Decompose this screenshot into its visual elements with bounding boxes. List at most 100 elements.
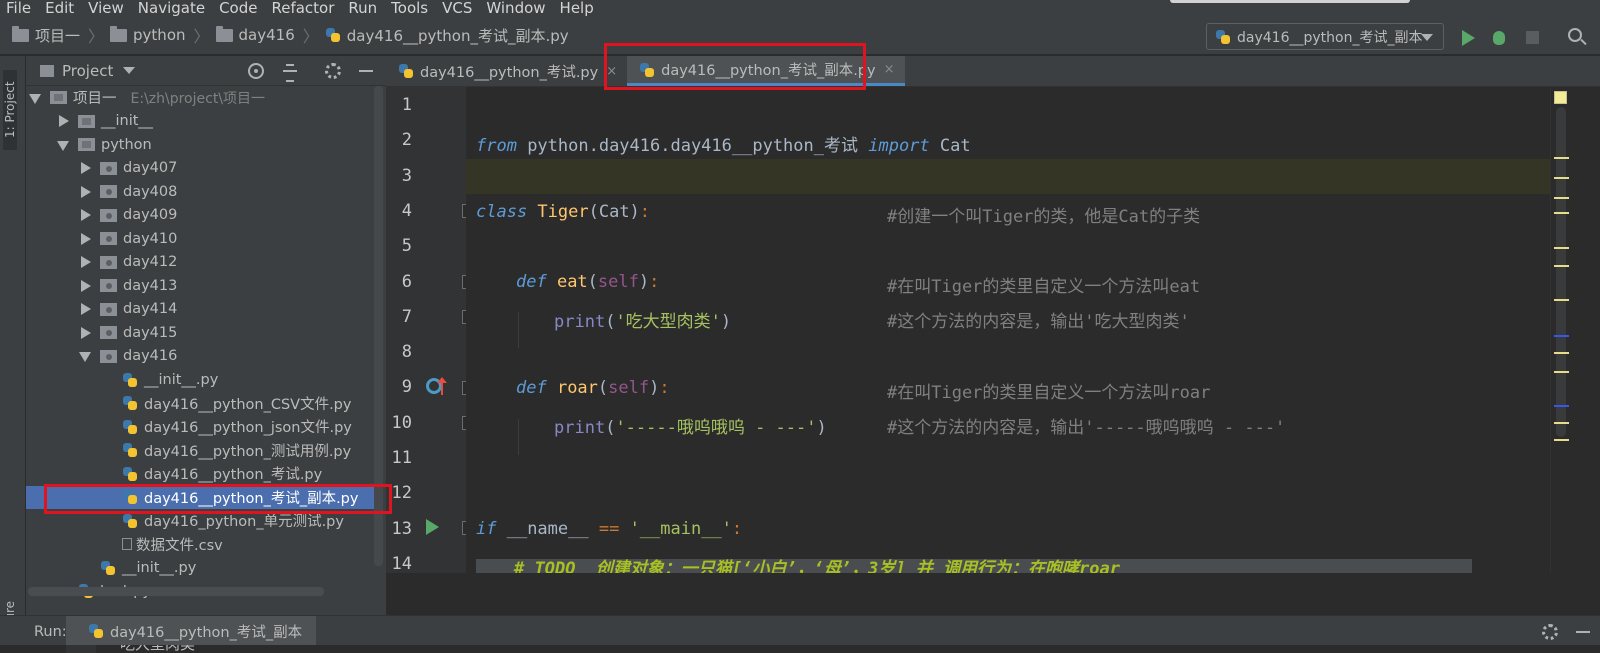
- folder-icon: [100, 185, 117, 199]
- warning-marker[interactable]: [1554, 177, 1569, 179]
- code-line-6: def eat(self):: [516, 272, 660, 292]
- minimize-icon[interactable]: [1576, 631, 1590, 633]
- caret-down-icon[interactable]: [123, 67, 136, 74]
- caret-right-icon[interactable]: [78, 185, 92, 199]
- tree-item[interactable]: __init__.py: [26, 556, 374, 580]
- tree-item[interactable]: day412: [26, 251, 374, 275]
- tree-item[interactable]: day407: [26, 157, 374, 181]
- stop-icon[interactable]: [1526, 31, 1539, 44]
- menu-code[interactable]: Code: [213, 0, 265, 16]
- tree-item[interactable]: day416__python_测试用例.py: [26, 439, 374, 463]
- warning-marker[interactable]: [1554, 439, 1569, 441]
- tree-item[interactable]: __init__: [26, 110, 374, 134]
- minimize-icon[interactable]: [359, 63, 375, 79]
- menu-help[interactable]: Help: [554, 0, 602, 16]
- caret-down-icon[interactable]: [56, 138, 70, 152]
- python-file-icon: [122, 372, 138, 388]
- project-panel-title[interactable]: Project: [62, 62, 113, 80]
- menu-view[interactable]: View: [82, 0, 132, 16]
- caret-right-icon[interactable]: [78, 279, 92, 293]
- menu-vcs[interactable]: VCS: [436, 0, 480, 16]
- tab-day416-python-exam[interactable]: day416__python_考试.py ×: [386, 56, 627, 86]
- breadcrumb-project[interactable]: 项目一 〉: [0, 16, 106, 55]
- tree-item[interactable]: 数据文件.csv: [26, 533, 374, 557]
- debug-icon[interactable]: [1490, 28, 1508, 46]
- caret-down-icon[interactable]: [28, 91, 42, 105]
- run-gutter-icon[interactable]: [426, 519, 439, 535]
- gear-icon[interactable]: [1542, 624, 1558, 640]
- tree-item[interactable]: python: [26, 133, 374, 157]
- menu-window[interactable]: Window: [480, 0, 553, 16]
- tree-item[interactable]: day408: [26, 180, 374, 204]
- menu-tools[interactable]: Tools: [385, 0, 436, 16]
- breadcrumb-python[interactable]: python 〉: [106, 16, 212, 55]
- info-marker[interactable]: [1554, 335, 1569, 337]
- caret-right-icon[interactable]: [78, 161, 92, 175]
- tree-item[interactable]: 项目一 E:\zh\project\项目一: [26, 86, 374, 110]
- warning-marker[interactable]: [1554, 352, 1569, 354]
- warning-marker[interactable]: [1554, 299, 1569, 301]
- breadcrumb-file[interactable]: day416__python_考试_副本.py: [321, 16, 569, 55]
- horizontal-scrollbar[interactable]: [28, 587, 324, 596]
- tree-item[interactable]: day413: [26, 274, 374, 298]
- line-number: 7: [401, 306, 412, 327]
- folder-icon: [50, 91, 67, 105]
- tree-item[interactable]: day416__python_考试.py: [26, 462, 374, 486]
- warning-marker[interactable]: [1554, 265, 1569, 267]
- menu-edit[interactable]: Edit: [39, 0, 82, 16]
- caret-right-icon[interactable]: [78, 232, 92, 246]
- folder-icon: [100, 208, 117, 222]
- tool-window-project-tab[interactable]: 1: Project: [3, 70, 17, 150]
- tree-item[interactable]: day416__python_CSV文件.py: [26, 392, 374, 416]
- warning-marker[interactable]: [1554, 197, 1569, 199]
- code-editor[interactable]: from python.day416.day416__python_考试 imp…: [466, 87, 1550, 573]
- caret-right-icon[interactable]: [78, 302, 92, 316]
- warning-marker[interactable]: [1554, 371, 1569, 373]
- tree-item[interactable]: day409: [26, 204, 374, 228]
- breadcrumb-label: 项目一: [35, 26, 81, 45]
- close-icon[interactable]: ×: [884, 62, 895, 77]
- warning-marker[interactable]: [1554, 212, 1569, 214]
- search-icon[interactable]: [1568, 28, 1582, 42]
- caret-right-icon[interactable]: [78, 326, 92, 340]
- info-marker[interactable]: [1554, 405, 1569, 407]
- folder-icon: [100, 279, 117, 293]
- menu-navigate[interactable]: Navigate: [132, 0, 213, 16]
- warning-marker[interactable]: [1554, 247, 1569, 249]
- tree-item-label: day409: [123, 207, 178, 224]
- line-number: 9: [401, 377, 412, 398]
- code-line-4: class Tiger(Cat):: [476, 202, 651, 222]
- python-file-icon: [122, 419, 138, 435]
- warning-marker[interactable]: [1554, 422, 1569, 424]
- menu-bar: File Edit View Navigate Code Refactor Ru…: [0, 0, 1600, 16]
- code-line-2: from python.day416.day416__python_考试 imp…: [476, 136, 971, 156]
- run-icon[interactable]: [1462, 30, 1475, 46]
- menu-refactor[interactable]: Refactor: [265, 0, 342, 16]
- caret-right-icon[interactable]: [78, 255, 92, 269]
- comment-line-9: #在叫Tiger的类里自定义一个方法叫roar: [887, 383, 1211, 403]
- tree-item[interactable]: day415: [26, 321, 374, 345]
- menu-run[interactable]: Run: [342, 0, 385, 16]
- caret-right-icon[interactable]: [78, 208, 92, 222]
- inspection-status-icon[interactable]: [1554, 91, 1567, 104]
- tree-item[interactable]: day414: [26, 298, 374, 322]
- run-configuration-select[interactable]: day416__python_考试_副本: [1206, 23, 1444, 50]
- python-file-icon: [100, 560, 116, 576]
- caret-down-icon[interactable]: [78, 349, 92, 363]
- tree-item[interactable]: day416: [26, 345, 374, 369]
- locate-icon[interactable]: [248, 63, 264, 79]
- gear-icon[interactable]: [325, 63, 341, 79]
- breadcrumb-day416[interactable]: day416 〉: [212, 16, 321, 55]
- caret-right-icon[interactable]: [56, 114, 70, 128]
- breadcrumb-label: day416: [238, 26, 295, 44]
- tree-item[interactable]: day416__python_json文件.py: [26, 415, 374, 439]
- code-line-14: # TODO 创建对象：一只猫[‘小白’，‘母’，3岁] 并 调用行为：在咆哮r…: [514, 559, 1120, 573]
- warning-marker[interactable]: [1554, 157, 1569, 159]
- tree-item[interactable]: __init__.py: [26, 368, 374, 392]
- error-stripe[interactable]: [1550, 87, 1600, 573]
- editor-gutter[interactable]: 1 2 3 4 5 6 7 8 9 10 11 12 13 14: [386, 87, 474, 574]
- run-tab[interactable]: day416__python_考试_副本: [66, 616, 317, 646]
- tree-item[interactable]: day410: [26, 227, 374, 251]
- menu-file[interactable]: File: [0, 0, 39, 16]
- collapse-all-icon[interactable]: [282, 63, 298, 82]
